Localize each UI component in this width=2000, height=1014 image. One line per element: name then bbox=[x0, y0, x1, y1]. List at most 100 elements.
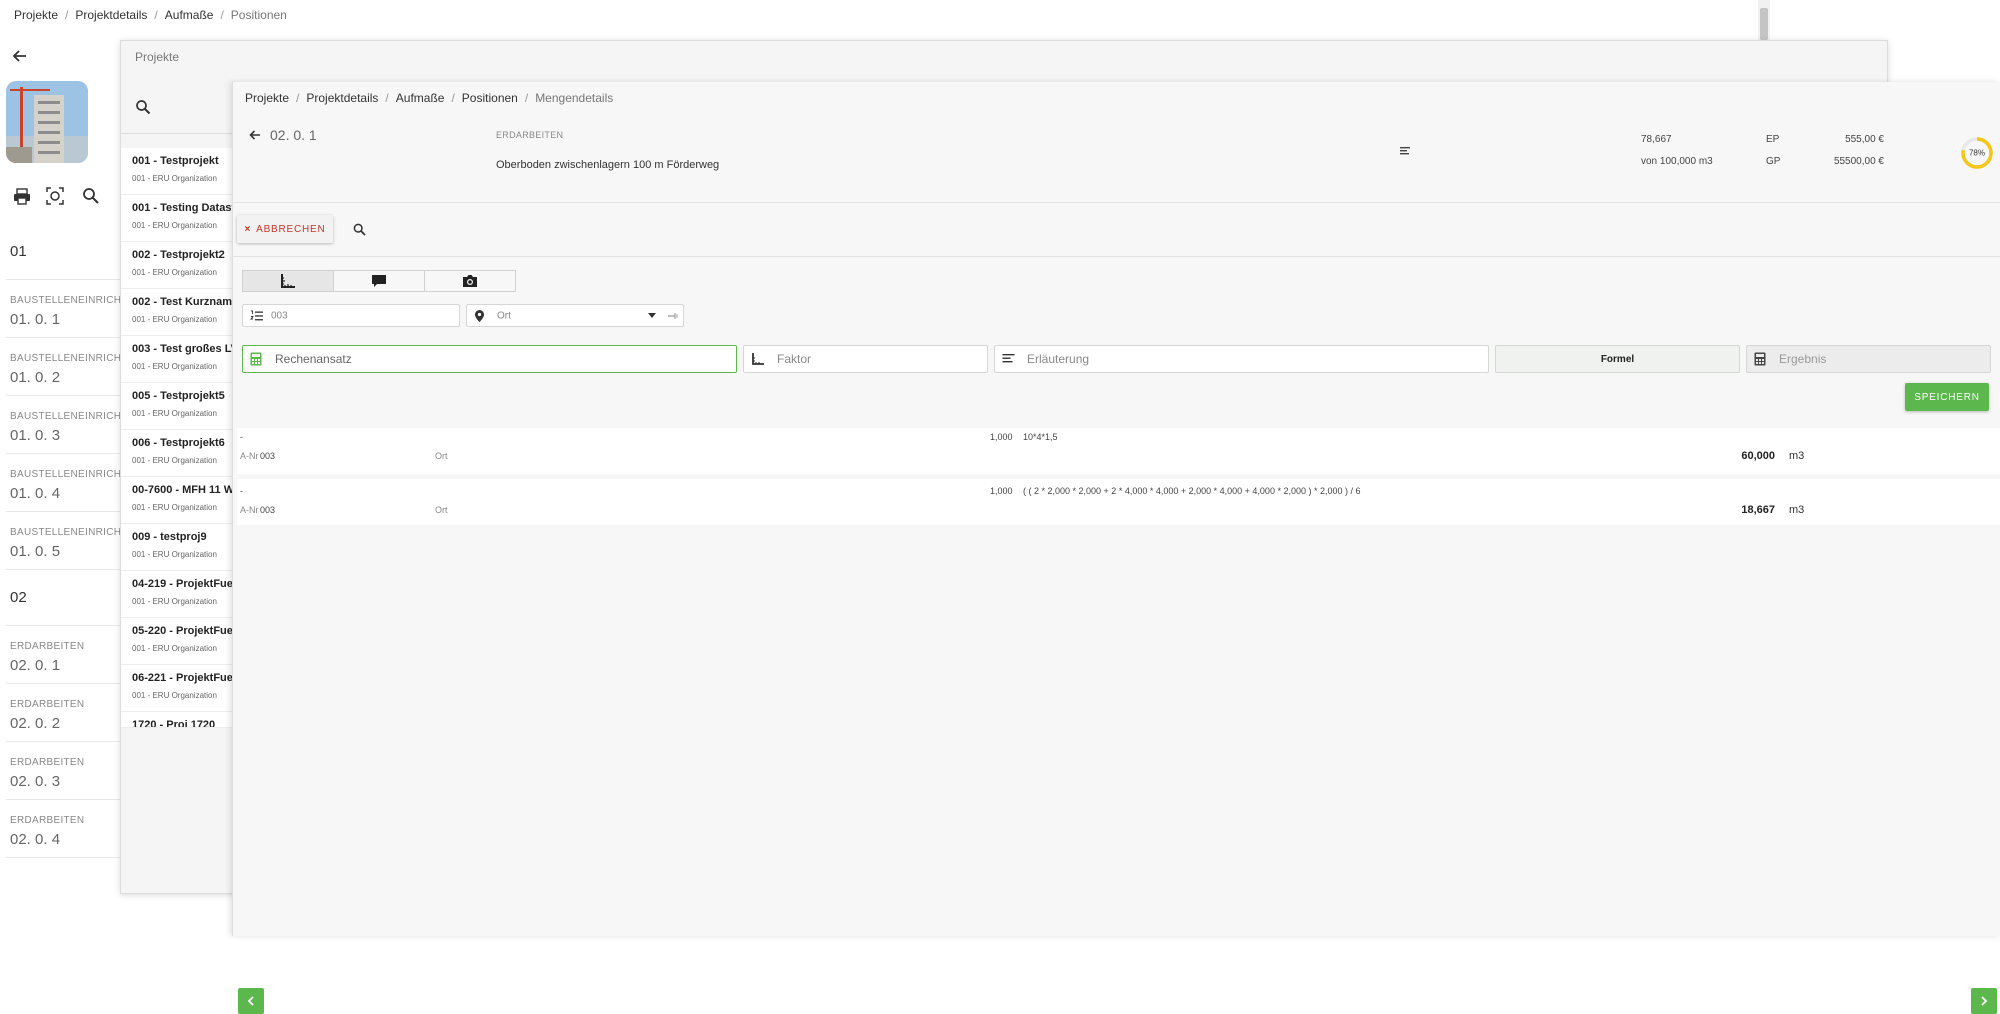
breadcrumb-projekte[interactable]: Projekte bbox=[245, 91, 289, 105]
back-arrow-icon[interactable] bbox=[10, 46, 30, 66]
breadcrumb-projektdetails[interactable]: Projektdetails bbox=[75, 8, 147, 22]
position-number: 02. 0. 2 bbox=[10, 715, 61, 732]
position-item[interactable]: ERDARBEITEN 02. 0. 3 bbox=[6, 747, 120, 800]
position-category: ERDARBEITEN bbox=[496, 130, 564, 140]
position-number: 01. 0. 4 bbox=[10, 485, 61, 502]
printer-icon[interactable] bbox=[12, 186, 32, 206]
position-item[interactable]: ERDARBEITEN 02. 0. 1 bbox=[6, 631, 120, 684]
breadcrumb-positionen[interactable]: Positionen bbox=[462, 91, 518, 105]
position-item[interactable]: ERDARBEITEN 02. 0. 2 bbox=[6, 689, 120, 742]
project-item[interactable]: 00-7600 - MFH 11 WE 001 - ERU Organizati… bbox=[121, 477, 233, 524]
close-icon: × bbox=[244, 223, 252, 235]
project-item[interactable]: 005 - Testprojekt5 001 - ERU Organizatio… bbox=[121, 383, 233, 430]
save-label: SPEICHERN bbox=[1914, 391, 1980, 403]
position-category: ERDARBEITEN bbox=[10, 641, 85, 652]
back-arrow-icon[interactable] bbox=[247, 127, 263, 143]
breadcrumb: Projekte / Projektdetails / Aufmaße / Position… bbox=[14, 8, 287, 22]
divider bbox=[121, 133, 233, 134]
location-select[interactable]: Ort bbox=[466, 304, 684, 327]
group-number: 01 bbox=[10, 243, 27, 260]
breadcrumb-positionen: Positionen bbox=[230, 8, 287, 22]
cancel-button[interactable]: × ABBRECHEN bbox=[237, 215, 333, 243]
project-item[interactable]: 001 - Testprojekt 001 - ERU Organization bbox=[121, 148, 233, 195]
position-item[interactable]: BAUSTELLENEINRICHTUNG 01. 0. 2 bbox=[6, 343, 150, 396]
faktor-placeholder: Faktor bbox=[777, 352, 812, 366]
erlaeuterung-field[interactable]: Erläuterung bbox=[994, 345, 1489, 373]
breadcrumb-aufmasse[interactable]: Aufmaße bbox=[396, 91, 445, 105]
position-item[interactable]: BAUSTELLENEINRICHTUNG 01. 0. 4 bbox=[6, 459, 150, 512]
entry-unit: m3 bbox=[1789, 504, 1805, 516]
anr-field[interactable]: 003 bbox=[242, 304, 460, 327]
project-item[interactable]: 006 - Testprojekt6 001 - ERU Organizatio… bbox=[121, 430, 233, 477]
progress-ring: 78% bbox=[1960, 136, 1994, 170]
project-name: 001 - Testing Datasync bbox=[132, 202, 233, 214]
location-placeholder: Ort bbox=[497, 310, 511, 321]
quantity-details-panel: Projekte / Projektdetails / Aufmaße / Position… bbox=[232, 82, 2000, 1014]
project-item[interactable]: 06-221 - ProjektFuerTest 001 - ERU Organ… bbox=[121, 665, 233, 712]
chevron-down-icon[interactable] bbox=[648, 313, 656, 319]
calculator-icon bbox=[1754, 352, 1766, 366]
entry-result: 60,000 bbox=[1741, 450, 1775, 462]
group-number: 02 bbox=[10, 589, 27, 606]
measurement-entry[interactable]: - 1,000 ( ( 2 * 2,000 * 2,000 + 2 * 4,00… bbox=[237, 479, 2000, 525]
camera-icon bbox=[462, 273, 478, 289]
project-item[interactable]: 003 - Test großes LV 001 - ERU Organizat… bbox=[121, 336, 233, 383]
project-item[interactable]: 1720 - Proj 1720 bbox=[121, 712, 233, 728]
chevron-right-icon bbox=[1979, 996, 1989, 1006]
project-org: 001 - ERU Organization bbox=[132, 503, 217, 512]
entry-formula: 10*4*1,5 bbox=[1023, 432, 1058, 442]
calculator-icon bbox=[250, 352, 262, 366]
project-item[interactable]: 05-220 - ProjektFuerTest 001 - ERU Organ… bbox=[121, 618, 233, 665]
scan-icon[interactable] bbox=[45, 186, 65, 206]
breadcrumb-aufmasse[interactable]: Aufmaße bbox=[165, 8, 214, 22]
entry-dash: - bbox=[240, 486, 243, 496]
breadcrumb-projekte[interactable]: Projekte bbox=[14, 8, 58, 22]
position-item[interactable]: BAUSTELLENEINRICHTUNG 01. 0. 1 bbox=[6, 285, 150, 338]
long-text-icon[interactable] bbox=[1399, 145, 1411, 157]
project-item[interactable]: 002 - Test Kurzname 001 - ERU Organizati… bbox=[121, 289, 233, 336]
search-icon[interactable] bbox=[135, 99, 151, 115]
entry-factor: 1,000 bbox=[990, 432, 1013, 442]
measurement-entry[interactable]: - 1,000 10*4*1,5 A-Nr 003 Ort 60,000 m3 bbox=[237, 428, 2000, 474]
project-image bbox=[6, 81, 88, 163]
search-icon[interactable] bbox=[353, 223, 366, 236]
position-item[interactable]: ERDARBEITEN 02. 0. 4 bbox=[6, 805, 120, 858]
project-item[interactable]: 002 - Testprojekt2 001 - ERU Organizatio… bbox=[121, 242, 233, 289]
group-item[interactable]: 01 bbox=[6, 229, 120, 280]
project-name: 04-219 - ProjektFuerTest bbox=[132, 578, 233, 590]
tab-measurement[interactable] bbox=[242, 270, 334, 292]
divider bbox=[233, 256, 2000, 257]
position-item[interactable]: BAUSTELLENEINRICHTUNG 01. 0. 3 bbox=[6, 401, 150, 454]
search-icon[interactable] bbox=[81, 186, 101, 206]
scrollbar-thumb[interactable] bbox=[1760, 8, 1768, 40]
project-item[interactable]: 009 - testproj9 001 - ERU Organization bbox=[121, 524, 233, 571]
breadcrumb-projektdetails[interactable]: Projektdetails bbox=[306, 91, 378, 105]
pin-icon[interactable] bbox=[667, 311, 679, 321]
group-item[interactable]: 02 bbox=[6, 575, 120, 626]
project-item[interactable]: 04-219 - ProjektFuerTest 001 - ERU Organ… bbox=[121, 571, 233, 618]
position-number: 02. 0. 1 bbox=[10, 657, 61, 674]
faktor-field[interactable]: Faktor bbox=[743, 345, 988, 373]
next-button[interactable] bbox=[1971, 988, 1997, 1014]
position-category: ERDARBEITEN bbox=[10, 699, 85, 710]
save-button[interactable]: SPEICHERN bbox=[1905, 383, 1989, 411]
project-name: 05-220 - ProjektFuerTest bbox=[132, 625, 233, 637]
project-item[interactable]: 001 - Testing Datasync 001 - ERU Organiz… bbox=[121, 195, 233, 242]
formel-button[interactable]: Formel bbox=[1495, 345, 1740, 373]
project-org: 001 - ERU Organization bbox=[132, 268, 217, 277]
rechenansatz-field[interactable]: Rechenansatz bbox=[242, 345, 737, 373]
tab-photos[interactable] bbox=[424, 270, 516, 292]
anr-value: 003 bbox=[271, 310, 288, 321]
ergebnis-field: Ergebnis bbox=[1746, 345, 1991, 373]
tab-comments[interactable] bbox=[333, 270, 425, 292]
project-name: 002 - Testprojekt2 bbox=[132, 249, 225, 261]
previous-button[interactable] bbox=[238, 988, 264, 1014]
position-item[interactable]: BAUSTELLENEINRICHTUNG 01. 0. 5 bbox=[6, 517, 150, 570]
project-org: 001 - ERU Organization bbox=[132, 362, 217, 371]
location-pin-icon bbox=[474, 309, 485, 322]
project-name: 003 - Test großes LV bbox=[132, 343, 233, 355]
entry-unit: m3 bbox=[1789, 450, 1805, 462]
projects-panel-title: Projekte bbox=[135, 50, 180, 64]
position-number: 01. 0. 5 bbox=[10, 543, 61, 560]
position-number: 02. 0. 1 bbox=[270, 127, 317, 143]
